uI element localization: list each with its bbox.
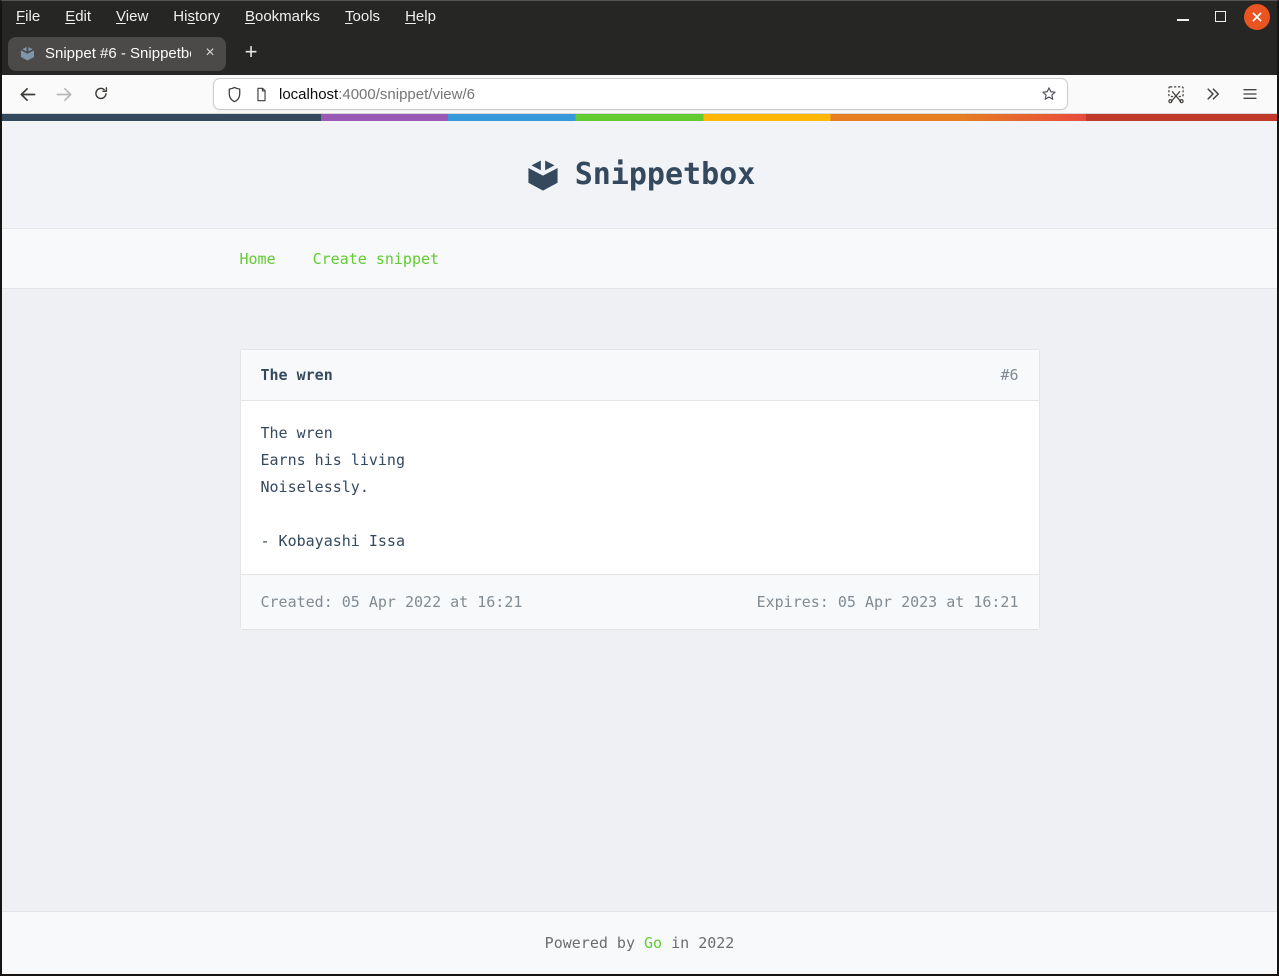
menu-help[interactable]: Help [405, 8, 436, 25]
browser-window: File Edit View History Bookmarks Tools Help [0, 0, 1279, 976]
new-tab-button[interactable]: + [235, 38, 267, 70]
menu-bookmarks[interactable]: Bookmarks [245, 8, 320, 25]
site-identity-button[interactable] [253, 86, 270, 103]
reload-icon [92, 85, 110, 103]
main-content: The wren #6 The wren Earns his living No… [2, 289, 1277, 911]
menu-edit[interactable]: Edit [65, 8, 91, 25]
minimize-button[interactable] [1170, 4, 1196, 30]
snippet-card-header: The wren #6 [241, 350, 1039, 400]
url-path: :4000/snippet/view/6 [338, 86, 475, 103]
url-text[interactable]: localhost:4000/snippet/view/6 [279, 86, 1031, 103]
site-nav: Home Create snippet [2, 229, 1277, 289]
forward-button[interactable] [48, 78, 80, 110]
screenshot-button[interactable] [1160, 78, 1192, 110]
maximize-icon [1215, 11, 1226, 22]
menu-view[interactable]: View [116, 8, 148, 25]
page-icon [253, 86, 270, 103]
toolbar-right-icons [1160, 78, 1271, 110]
reload-button[interactable] [85, 78, 117, 110]
tab-close-icon[interactable]: × [200, 44, 220, 64]
site-footer: Powered by Go in 2022 [2, 911, 1277, 974]
brand-logo-link[interactable]: Snippetbox [524, 156, 756, 194]
snippet-expires-time: Expires: 05 Apr 2023 at 16:21 [757, 592, 1019, 612]
back-button[interactable] [11, 78, 43, 110]
overflow-menu-button[interactable] [1197, 78, 1229, 110]
maximize-button[interactable] [1207, 4, 1233, 30]
snippetbox-favicon-icon [19, 45, 36, 62]
tracking-protection-button[interactable] [225, 85, 244, 104]
snippet-metadata: Created: 05 Apr 2022 at 16:21 Expires: 0… [241, 575, 1039, 629]
tab-title: Snippet #6 - Snippetbox [45, 45, 191, 62]
menu-file[interactable]: File [16, 8, 40, 25]
footer-suffix: in 2022 [662, 934, 734, 952]
site-nav-links: Home Create snippet [240, 250, 1040, 268]
page-viewport: Snippetbox Home Create snippet The wren #… [2, 114, 1277, 974]
menu-history[interactable]: History [173, 8, 220, 25]
snippet-created-time: Created: 05 Apr 2022 at 16:21 [261, 592, 523, 612]
snippet-id-badge: #6 [1000, 365, 1018, 385]
menu-tools[interactable]: Tools [345, 8, 380, 25]
close-icon [1244, 4, 1270, 30]
snippet-title: The wren [261, 365, 333, 385]
tab-bar: Snippet #6 - Snippetbox × + [2, 32, 1277, 75]
url-host: localhost [279, 86, 338, 103]
tab-snippetbox[interactable]: Snippet #6 - Snippetbox × [8, 37, 226, 71]
back-arrow-icon [18, 85, 37, 104]
brand-title: Snippetbox [575, 157, 756, 192]
app-menu-button[interactable] [1234, 78, 1266, 110]
rainbow-strip [2, 114, 1277, 121]
bookmark-button[interactable] [1040, 85, 1058, 103]
forward-arrow-icon [55, 85, 74, 104]
window-controls [1170, 4, 1277, 30]
footer-go-link[interactable]: Go [644, 934, 662, 952]
footer-text: Powered by Go in 2022 [545, 934, 735, 952]
shield-icon [225, 85, 244, 104]
minimize-icon [1177, 19, 1189, 21]
hamburger-menu-icon [1241, 85, 1259, 103]
footer-prefix: Powered by [545, 934, 644, 952]
nav-link-create-snippet[interactable]: Create snippet [313, 250, 439, 268]
navigation-toolbar: localhost:4000/snippet/view/6 [2, 75, 1277, 114]
double-chevron-icon [1204, 85, 1222, 103]
snippet-body: The wren Earns his living Noiselessly. -… [241, 400, 1039, 575]
nav-link-home[interactable]: Home [240, 250, 276, 268]
site-header: Snippetbox [2, 121, 1277, 229]
menubar-items: File Edit View History Bookmarks Tools Help [16, 8, 436, 25]
close-button[interactable] [1244, 4, 1270, 30]
menubar: File Edit View History Bookmarks Tools Help [2, 1, 1277, 32]
url-bar[interactable]: localhost:4000/snippet/view/6 [214, 79, 1067, 109]
snippetbox-cube-icon [524, 156, 562, 194]
screenshot-scissors-icon [1166, 84, 1186, 104]
snippet-card: The wren #6 The wren Earns his living No… [240, 349, 1040, 630]
star-icon [1040, 85, 1058, 103]
